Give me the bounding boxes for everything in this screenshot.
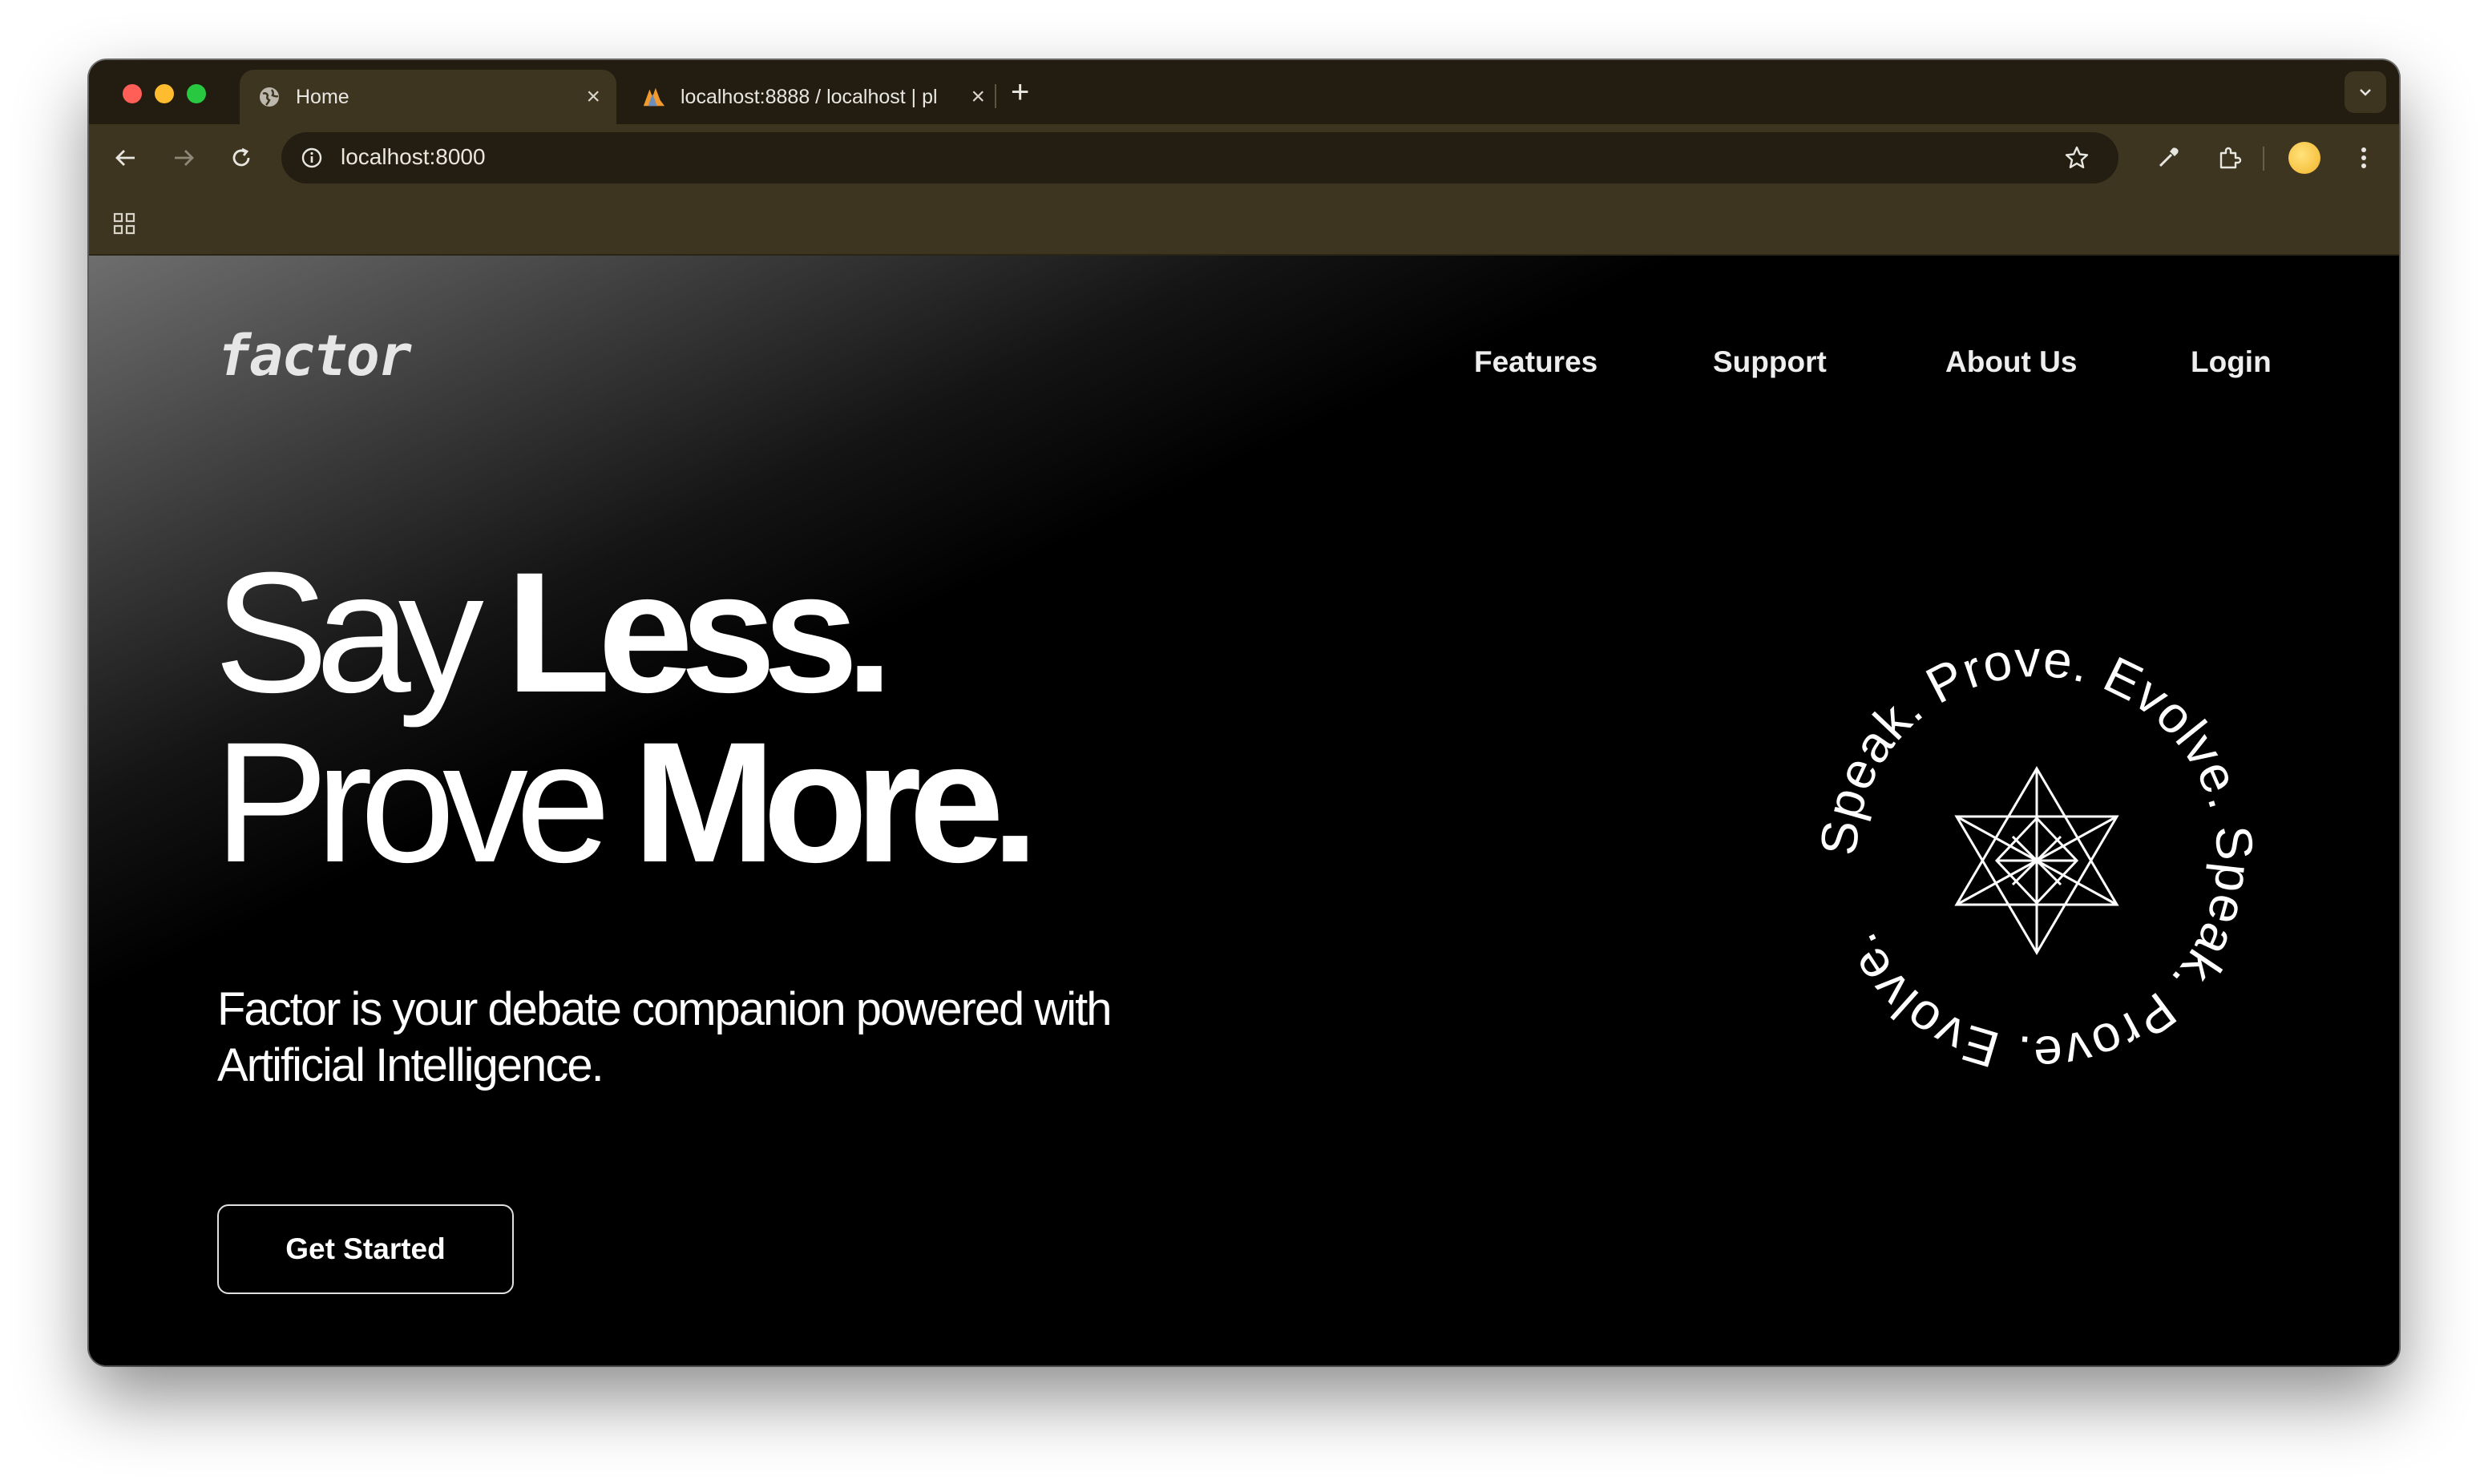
phpmyadmin-icon — [642, 85, 666, 109]
site-info-icon[interactable] — [294, 140, 329, 175]
reload-icon — [232, 147, 250, 167]
tab-strip: Home × localhost:8888 / localhost | pl ×… — [89, 60, 2399, 124]
address-bar[interactable]: localhost:8000 — [281, 132, 2118, 183]
toolbar-separator — [2263, 147, 2264, 171]
tab-home[interactable]: Home × — [240, 70, 616, 124]
tab-title: Home — [296, 85, 349, 108]
hero-bold-word: More. — [632, 707, 1040, 898]
hero-bold-word: Less. — [506, 537, 893, 728]
reload-button[interactable] — [222, 139, 261, 177]
tab-search-button[interactable] — [2345, 71, 2386, 113]
close-window-button[interactable] — [123, 84, 142, 103]
forward-button[interactable] — [164, 139, 203, 177]
tab-separator — [995, 84, 996, 108]
browser-window: Home × localhost:8888 / localhost | pl ×… — [89, 60, 2399, 1365]
apps-grid-icon[interactable] — [108, 208, 140, 240]
arrow-left-icon — [115, 150, 135, 166]
hero-light-word: Prove — [214, 707, 611, 898]
tab-title: localhost:8888 / localhost | pl — [681, 85, 938, 108]
globe-icon — [257, 85, 281, 109]
kebab-menu-icon[interactable] — [2345, 139, 2383, 177]
page-viewport: factor Features Support About Us Login S… — [89, 256, 2399, 1365]
profile-avatar[interactable] — [2288, 142, 2320, 174]
chevron-down-icon — [2360, 89, 2371, 96]
eyedropper-icon[interactable] — [2149, 139, 2187, 177]
bookmarks-bar — [89, 192, 2399, 256]
site-logo[interactable]: factor — [217, 323, 412, 389]
hero-headline-line1: Say Less. — [214, 547, 893, 719]
rotating-emblem: Speak. Prove. Evolve. Speak. Prove. Evol… — [1812, 632, 2261, 1081]
close-tab-icon[interactable]: × — [971, 83, 985, 111]
hero-headline-line2: Prove More. — [214, 717, 1039, 889]
merkaba-star-icon — [1954, 766, 2119, 955]
bookmark-star-icon[interactable] — [2059, 140, 2094, 175]
browser-toolbar: localhost:8000 — [89, 124, 2399, 192]
nav-features[interactable]: Features — [1474, 345, 1597, 379]
back-button[interactable] — [107, 139, 145, 177]
arrow-right-icon — [175, 150, 194, 166]
close-tab-icon[interactable]: × — [586, 83, 600, 111]
nav-about-us[interactable]: About Us — [1945, 345, 2077, 379]
new-tab-button[interactable]: + — [1011, 75, 1029, 111]
nav-support[interactable]: Support — [1713, 345, 1827, 379]
tab-phpmyadmin[interactable]: localhost:8888 / localhost | pl × — [624, 70, 1001, 124]
maximize-window-button[interactable] — [187, 84, 206, 103]
hero-subtitle: Factor is your debate companion powered … — [217, 983, 1113, 1091]
minimize-window-button[interactable] — [155, 84, 174, 103]
hero-light-word: Say — [214, 537, 484, 728]
extensions-icon[interactable] — [2210, 139, 2248, 177]
url-text: localhost:8000 — [341, 144, 486, 169]
get-started-button[interactable]: Get Started — [217, 1204, 514, 1294]
nav-login[interactable]: Login — [2191, 345, 2272, 379]
